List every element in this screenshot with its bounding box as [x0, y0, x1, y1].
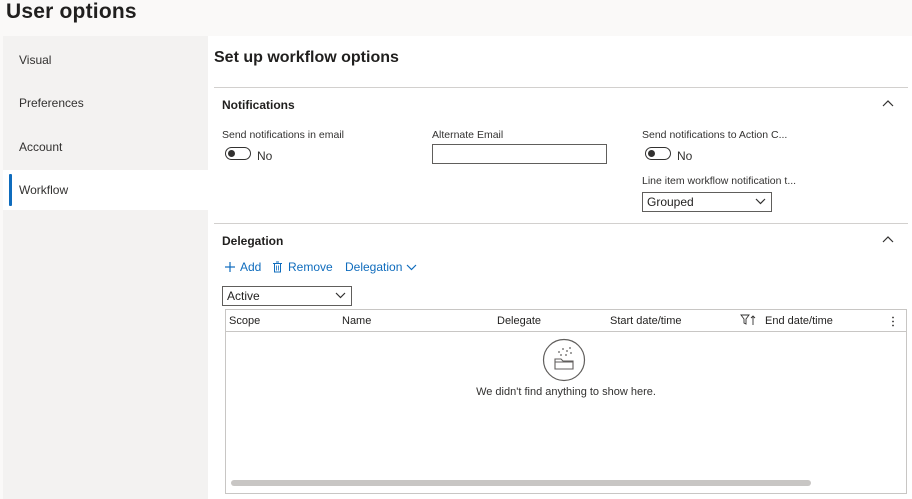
add-button[interactable]: Add [224, 260, 261, 274]
action-center-label: Send notifications to Action C... [642, 129, 788, 141]
send-email-toggle[interactable] [225, 147, 251, 160]
sidebar-item-label: Visual [19, 53, 52, 67]
trash-icon [273, 261, 282, 273]
status-filter-value: Active [227, 289, 260, 303]
sidebar-item-account[interactable]: Account [3, 127, 208, 167]
toggle-knob [648, 150, 655, 157]
sidebar-item-label: Account [19, 140, 63, 154]
notifications-header[interactable]: Notifications [222, 98, 295, 112]
divider [214, 87, 908, 88]
plus-icon [225, 262, 235, 272]
action-center-value: No [677, 149, 693, 163]
main-content: Set up workflow options Notifications Se… [208, 36, 912, 499]
line-item-select[interactable]: Grouped [642, 192, 772, 212]
delegation-header[interactable]: Delegation [222, 234, 283, 248]
empty-state-text: We didn't find anything to show here. [476, 386, 656, 398]
toggle-knob [228, 150, 235, 157]
filter-sort-icon[interactable] [740, 314, 756, 326]
sidebar-item-label: Workflow [19, 183, 69, 197]
section-title: Set up workflow options [214, 49, 399, 66]
send-email-label: Send notifications in email [222, 129, 344, 141]
column-header-name[interactable]: Name [342, 315, 371, 327]
chevron-down-icon [335, 292, 346, 299]
collapse-delegation-icon[interactable] [881, 234, 895, 244]
chevron-down-icon [755, 198, 766, 205]
grid-header-row: Scope Name Delegate Start date/time End … [226, 310, 906, 332]
sidebar: Visual Preferences Account Workflow [3, 36, 208, 499]
divider [214, 223, 908, 224]
more-options-icon[interactable] [891, 316, 895, 327]
send-email-value: No [257, 149, 273, 163]
status-filter-select[interactable]: Active [222, 286, 352, 306]
add-label: Add [240, 260, 262, 274]
chevron-down-icon [406, 264, 417, 271]
horizontal-scrollbar[interactable] [231, 480, 811, 486]
collapse-notifications-icon[interactable] [881, 98, 895, 108]
column-header-end-date[interactable]: End date/time [765, 315, 833, 327]
column-header-delegate[interactable]: Delegate [497, 315, 541, 327]
page-title: User options [6, 0, 137, 23]
active-indicator [9, 174, 12, 206]
sidebar-item-label: Preferences [19, 96, 84, 110]
delegation-menu-button[interactable]: Delegation [345, 260, 417, 274]
sidebar-item-preferences[interactable]: Preferences [3, 83, 208, 123]
delegation-grid: Scope Name Delegate Start date/time End … [225, 309, 907, 494]
sidebar-item-visual[interactable]: Visual [3, 40, 208, 80]
delegation-menu-label: Delegation [345, 260, 403, 274]
action-center-toggle[interactable] [645, 147, 671, 160]
line-item-label: Line item workflow notification t... [642, 175, 797, 187]
column-header-start-date[interactable]: Start date/time [610, 315, 682, 327]
alternate-email-field[interactable] [432, 144, 607, 164]
column-header-scope[interactable]: Scope [229, 315, 260, 327]
empty-folder-icon [542, 338, 586, 382]
remove-button[interactable]: Remove [272, 260, 333, 274]
line-item-value: Grouped [647, 195, 694, 209]
sidebar-item-workflow[interactable]: Workflow [3, 170, 208, 210]
alternate-email-label: Alternate Email [432, 129, 504, 141]
remove-label: Remove [288, 260, 333, 274]
